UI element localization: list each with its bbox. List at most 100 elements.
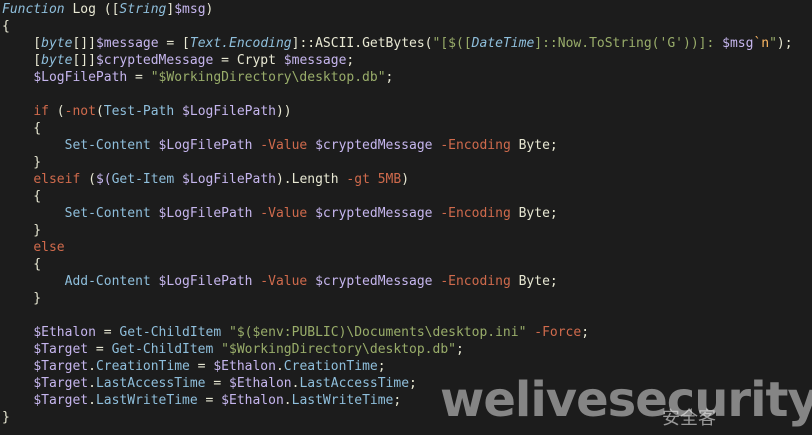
code-token-cmd: Add-Content <box>64 274 151 289</box>
code-token-var: $Ethalon <box>229 376 292 391</box>
code-token-var: $LogFilePath <box>158 138 253 153</box>
code-token-cmd: Get-Item <box>111 172 175 187</box>
code-token-var: $Ethalon <box>221 393 284 408</box>
code-token-plain: [ <box>2 53 42 68</box>
code-token-plain: []] <box>72 53 96 68</box>
code-token-op: -not <box>64 104 96 119</box>
code-token-plain: { <box>2 121 42 136</box>
code-line: Set-Content $LogFilePath -Value $crypted… <box>0 137 812 154</box>
code-token-plain: ; <box>377 359 386 374</box>
code-token-plain: = <box>205 376 229 391</box>
code-token-str: " <box>769 36 777 51</box>
code-token-op: -Encoding <box>440 274 511 289</box>
code-token-var: $LogFilePath <box>182 104 276 119</box>
code-token-plain: = <box>189 359 214 374</box>
code-token-ctrl: elseif <box>33 172 81 187</box>
code-token-prop: CreationTime <box>283 359 378 374</box>
code-token-cmd: Get-ChildItem <box>111 342 214 357</box>
code-token-str: "[$([ <box>432 36 472 51</box>
code-token-op: -Value <box>260 138 308 153</box>
code-token-type: byte <box>41 53 73 68</box>
code-token-plain: Byte; <box>510 274 558 289</box>
code-token-var: $cryptedMessage <box>315 138 433 153</box>
code-token-var: $LogFilePath <box>33 70 128 85</box>
code-token-op: -Value <box>260 274 308 289</box>
code-token-plain: } <box>2 291 42 306</box>
code-token-var: $message <box>95 36 159 51</box>
code-token-op: -Value <box>260 206 308 221</box>
code-token-var: $LogFilePath <box>158 206 253 221</box>
code-token-plain: } <box>2 223 42 238</box>
code-token-kw: Function <box>2 2 65 17</box>
code-token-plain: } <box>2 410 10 425</box>
code-line: Add-Content $LogFilePath -Value $crypted… <box>0 273 812 290</box>
code-token-var: $cryptedMessage <box>95 53 214 68</box>
code-token-var: $Target <box>33 393 89 408</box>
code-token-plain: [ <box>2 36 42 51</box>
code-token-plain: ; <box>346 53 355 68</box>
code-line: Set-Content $LogFilePath -Value $crypted… <box>0 205 812 222</box>
code-token-plain: ]::ASCII.GetBytes( <box>291 36 433 51</box>
code-token-plain: ; <box>409 376 417 391</box>
code-line: { <box>0 188 812 205</box>
code-token-plain: ).Length <box>275 172 347 187</box>
code-token-plain: = <box>88 342 112 357</box>
code-token-plain: = [ <box>158 36 190 51</box>
code-token-prop: LastWriteTime <box>95 393 198 408</box>
code-token-plain: { <box>2 189 42 204</box>
code-token-prop: CreationTime <box>95 359 190 374</box>
code-token-var: $Target <box>33 342 89 357</box>
code-token-plain: ( <box>48 104 65 119</box>
code-token-type: String <box>119 2 167 17</box>
code-editor[interactable]: Function Log ([String]$msg){ [byte[]]$me… <box>0 0 812 435</box>
code-line: else <box>0 239 812 256</box>
code-token-plain: ; <box>455 342 464 357</box>
code-token-ctrl: if <box>33 104 49 119</box>
code-line: } <box>0 154 812 171</box>
code-line: $LogFilePath = "$WorkingDirectory\deskto… <box>0 69 812 86</box>
code-token-var: $Ethalon <box>33 325 96 340</box>
code-token-op: -Encoding <box>440 138 511 153</box>
code-token-plain: ( <box>95 104 104 119</box>
code-token-type: DateTime <box>471 36 535 51</box>
code-token-var: $LogFilePath <box>158 274 253 289</box>
code-token-prop: LastWriteTime <box>291 393 394 408</box>
code-token-var: $LogFilePath <box>182 172 276 187</box>
code-token-plain: { <box>2 19 10 34</box>
code-token-str: ]::Now.ToString('G'))]: <box>534 36 723 51</box>
code-token-type: byte <box>41 36 73 51</box>
code-line: } <box>0 290 812 307</box>
code-line: { <box>0 256 812 273</box>
code-token-prop: LastAccessTime <box>299 376 410 391</box>
code-token-plain: ) <box>401 172 410 187</box>
code-token-plain: Log <box>64 2 104 17</box>
code-token-var: $cryptedMessage <box>315 206 433 221</box>
code-token-var: $message <box>283 53 347 68</box>
code-line: Function Log ([String]$msg) <box>0 1 812 18</box>
code-token-cmd: Set-Content <box>64 206 151 221</box>
code-token-plain: = <box>127 70 151 85</box>
code-token-plain: . <box>88 393 96 408</box>
code-token-var: $cryptedMessage <box>315 274 433 289</box>
code-token-bracket: ([ <box>103 2 120 17</box>
code-token-plain: = <box>95 325 120 340</box>
code-token-num: 5MB <box>377 172 402 187</box>
code-token-plain: { <box>2 257 42 272</box>
code-token-plain: []] <box>72 36 96 51</box>
code-token-type: Text.Encoding <box>189 36 292 51</box>
code-token-cmd: Get-ChildItem <box>119 325 222 340</box>
code-token-plain: . <box>283 393 292 408</box>
